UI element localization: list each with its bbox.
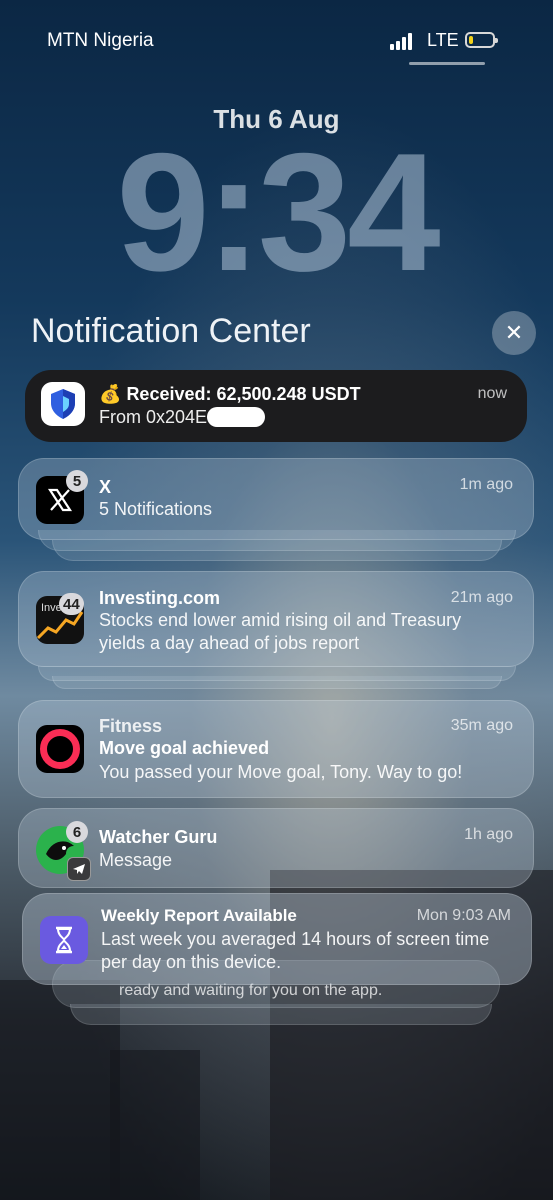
notification-time: 1h ago xyxy=(464,826,513,843)
activity-ring-icon xyxy=(36,725,84,773)
notification-count-badge: 6 xyxy=(66,821,88,843)
notification-body: Stocks end lower amid rising oil and Tre… xyxy=(99,610,462,653)
network-type: LTE xyxy=(427,30,459,50)
carrier-name: MTN Nigeria xyxy=(47,30,154,51)
lock-screen: MTN Nigeria LTE Thu 6 Aug 9:34 Notificat… xyxy=(0,0,553,1200)
money-bag-icon: 💰 xyxy=(99,384,122,404)
notification-time: Mon 9:03 AM xyxy=(416,907,511,924)
notification-count-badge: 5 xyxy=(66,470,88,492)
notification-screen-time[interactable]: Weekly Report Available Last week you av… xyxy=(22,893,532,985)
notification-title: Move goal achieved xyxy=(99,738,270,758)
notification-count-badge: 44 xyxy=(59,593,84,615)
notification-title: Investing.com xyxy=(99,588,221,608)
notification-body: From 0x204E xyxy=(99,406,266,429)
notification-title: X xyxy=(99,477,112,497)
notification-watcher-guru[interactable]: 6 Watcher Guru Message 1h ago xyxy=(18,808,534,888)
notification-time: 21m ago xyxy=(450,589,513,606)
close-notifications-button[interactable]: ✕ xyxy=(492,311,536,355)
notification-body: Last week you averaged 14 hours of scree… xyxy=(101,929,490,972)
lock-clock: 9:34 xyxy=(116,118,440,306)
background-building xyxy=(110,1050,200,1200)
notification-wallet[interactable]: 💰 Received: 62,500.248 USDT From 0x204E … xyxy=(25,370,527,442)
notification-fitness[interactable]: Fitness Move goal achieved You passed yo… xyxy=(18,700,534,798)
stacked-notification-shadow xyxy=(38,666,516,681)
signal-strength-icon xyxy=(390,32,418,50)
control-center-handle[interactable] xyxy=(409,62,485,65)
notification-title: Watcher Guru xyxy=(99,827,218,847)
notification-investing[interactable]: Inve 44 Investing.com Stocks end lower a… xyxy=(18,571,534,667)
notification-body: 5 Notifications xyxy=(99,499,213,519)
battery-level xyxy=(469,36,473,44)
hourglass-icon xyxy=(40,916,88,964)
notification-time: 1m ago xyxy=(459,476,513,493)
notification-body: You passed your Move goal, Tony. Way to … xyxy=(99,762,463,782)
notification-title: 💰 Received: 62,500.248 USDT xyxy=(99,384,361,404)
status-bar: MTN Nigeria LTE xyxy=(0,28,553,58)
close-icon: ✕ xyxy=(504,320,524,345)
redaction-block xyxy=(207,407,266,427)
notification-body: Message xyxy=(99,850,173,870)
notification-x[interactable]: 5 X 5 Notifications 1m ago xyxy=(18,458,534,540)
notification-app-name: Fitness xyxy=(99,716,163,736)
shield-icon xyxy=(41,382,85,426)
telegram-icon xyxy=(67,857,91,881)
notification-time: 35m ago xyxy=(450,717,513,734)
battery-icon xyxy=(465,32,498,48)
notification-time: now xyxy=(477,385,507,402)
notification-center-title: Notification Center xyxy=(31,312,311,350)
notification-title: Weekly Report Available xyxy=(101,906,297,925)
